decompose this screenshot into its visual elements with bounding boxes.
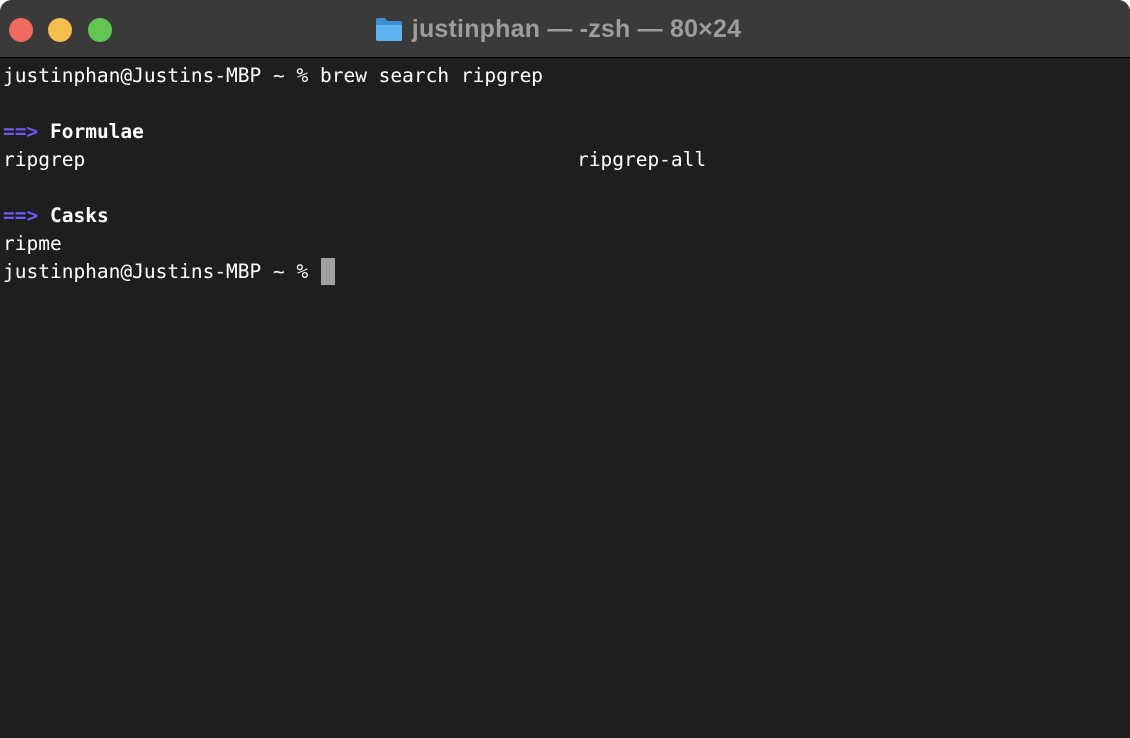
formulae-results-line: ripgrep ripgrep-all [3,146,1123,174]
command-line: justinphan@Justins-MBP ~ % brew search r… [3,62,1123,90]
arrow-marker: ==> [3,120,39,143]
window-title: justinphan — -zsh — 80×24 [411,14,742,43]
prompt: justinphan@Justins-MBP ~ % [3,64,320,87]
formula-item: ripgrep [3,148,86,171]
window-title-group: justinphan — -zsh — 80×24 [0,0,1130,58]
active-prompt-line[interactable]: justinphan@Justins-MBP ~ % [3,258,1123,286]
casks-heading: Casks [49,204,109,227]
command-text: brew search ripgrep [319,64,544,87]
terminal-output[interactable]: justinphan@Justins-MBP ~ % brew search r… [3,62,1123,286]
terminal-window: justinphan — -zsh — 80×24 justinphan@Jus… [0,0,1130,738]
prompt: justinphan@Justins-MBP ~ % [3,260,320,283]
casks-heading-line: ==> Casks [3,202,1123,230]
formula-item: ripgrep-all [577,148,707,171]
formulae-heading-line: ==> Formulae [3,118,1123,146]
arrow-marker: ==> [3,204,39,227]
title-bar[interactable]: justinphan — -zsh — 80×24 [0,0,1130,58]
text-cursor [320,258,335,285]
casks-results-line: ripme [3,230,1123,258]
cask-item: ripme [3,232,62,255]
formulae-heading: Formulae [49,120,144,143]
folder-icon [375,16,403,42]
